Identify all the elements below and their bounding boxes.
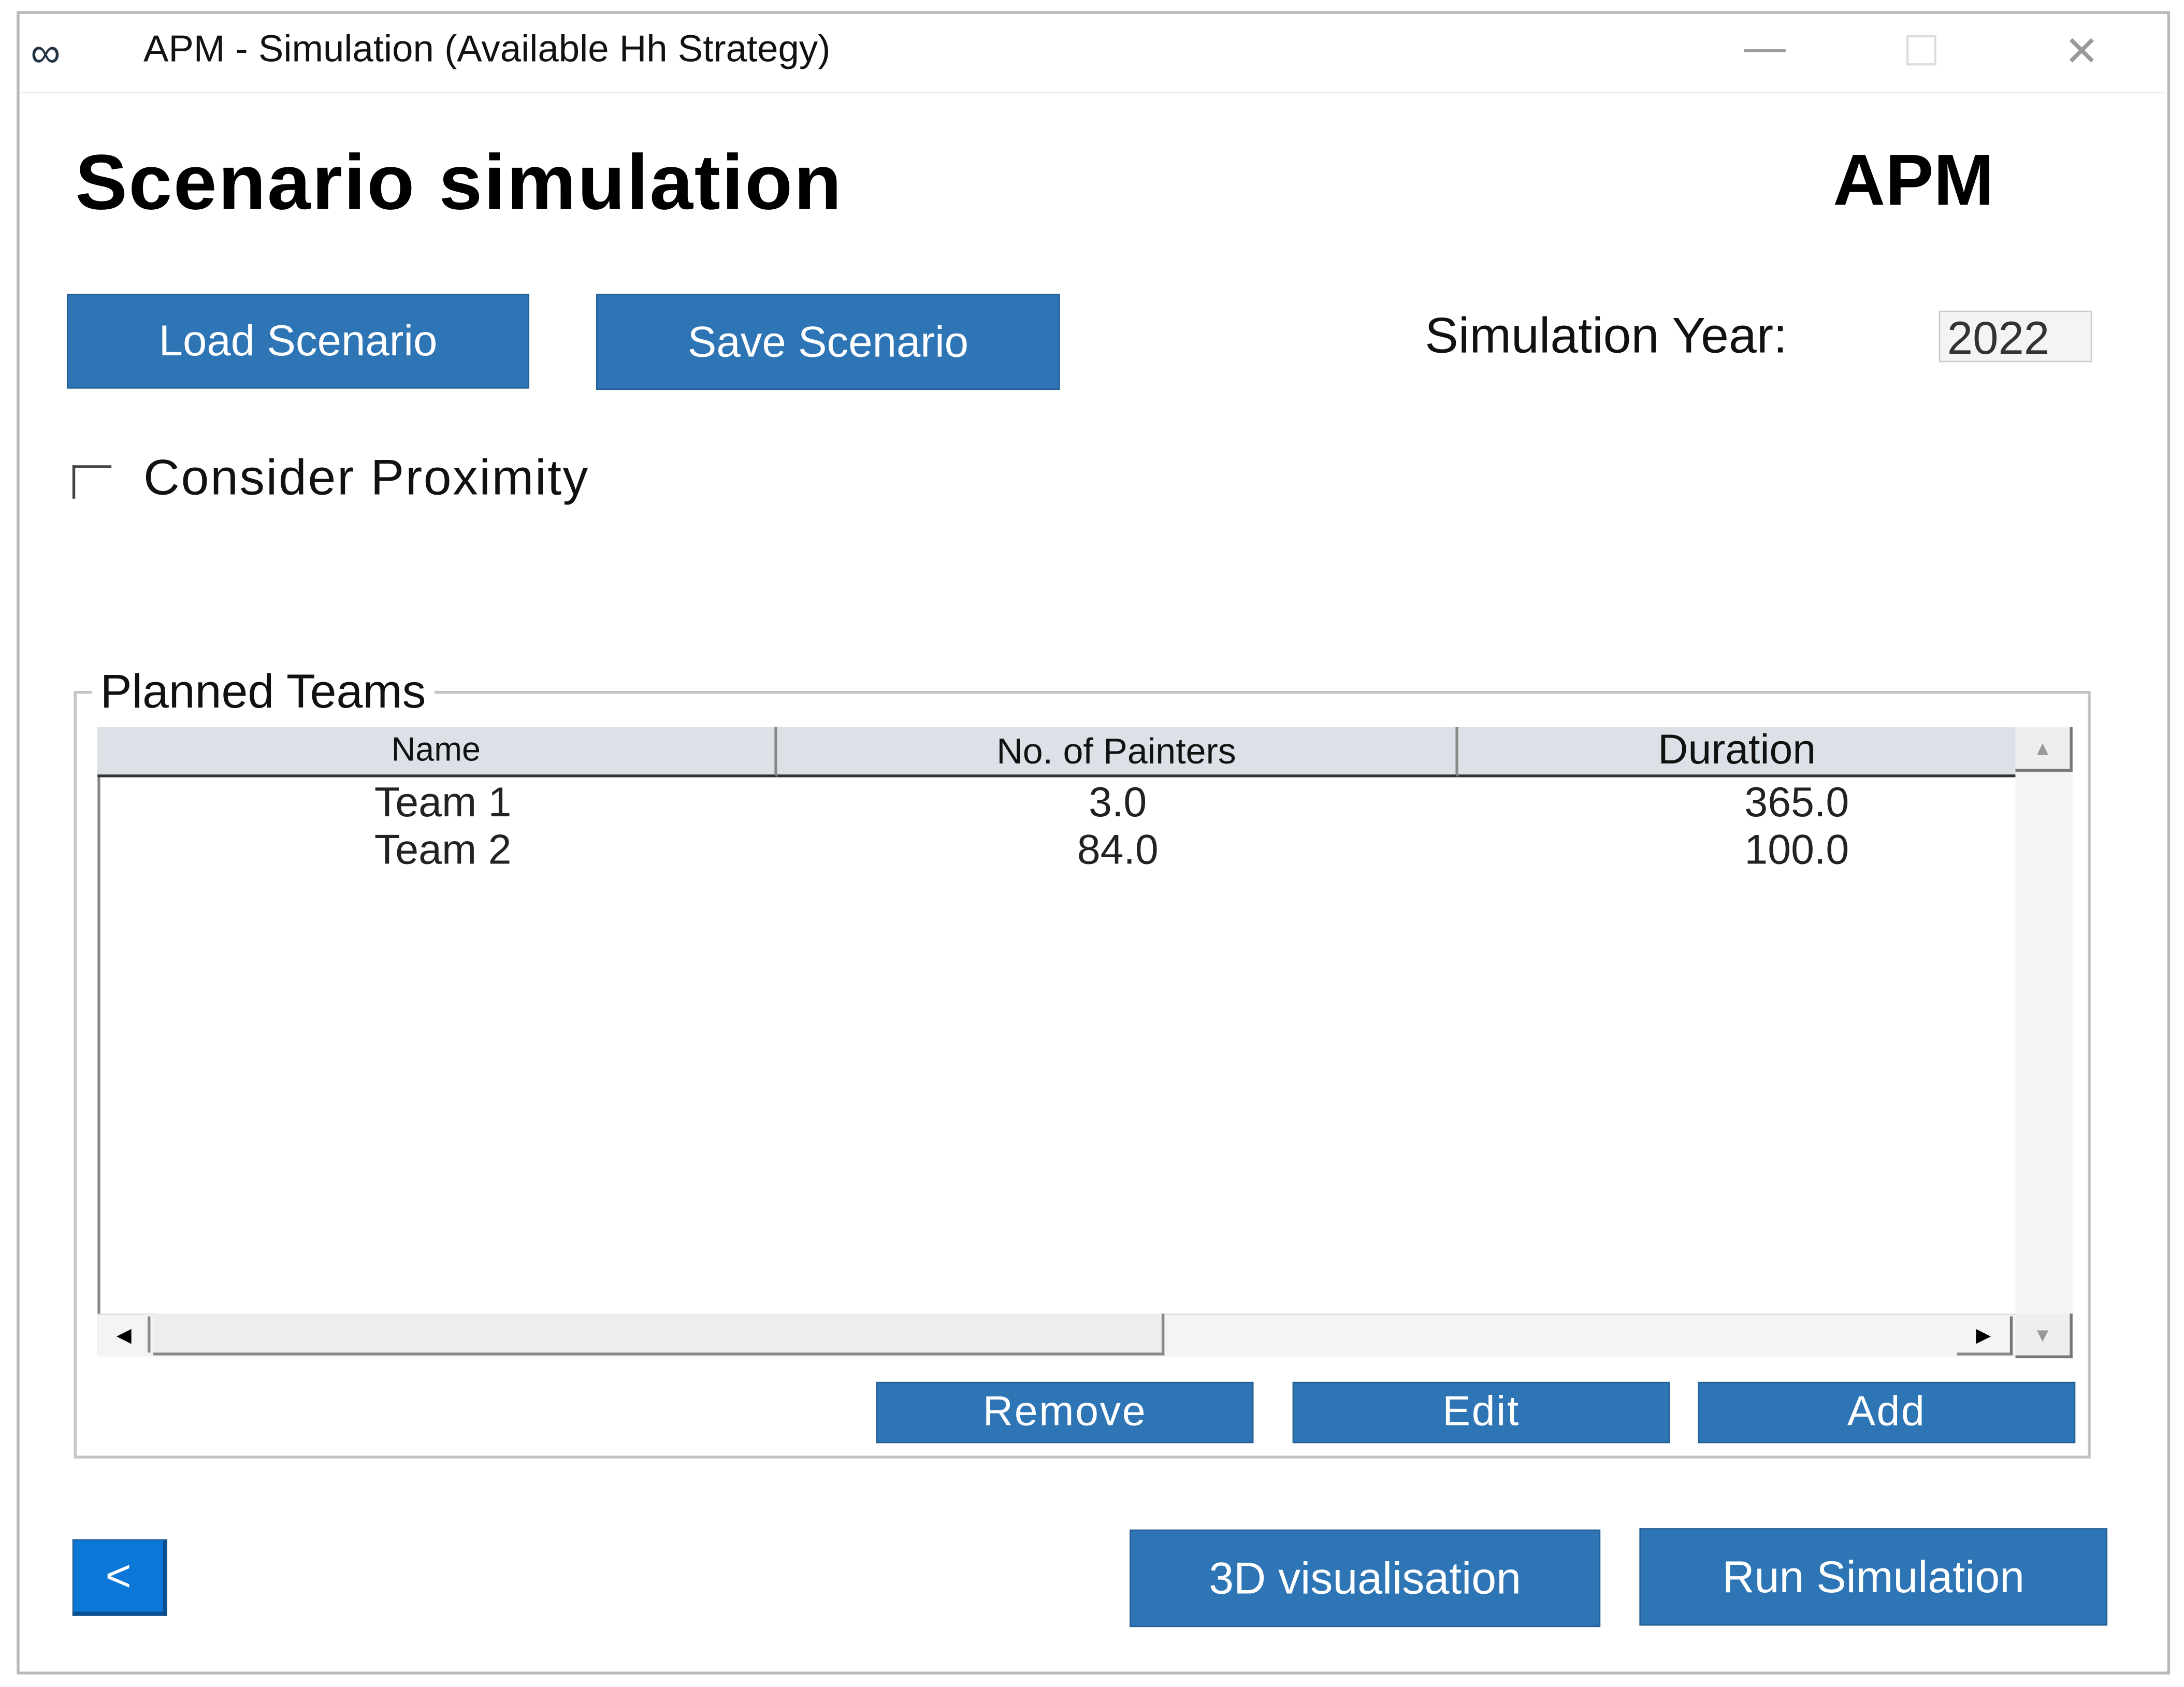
run-simulation-button[interactable]: Run Simulation	[1639, 1528, 2108, 1626]
minimize-button[interactable]: —	[1744, 25, 1786, 72]
consider-proximity-checkbox[interactable]	[72, 465, 112, 499]
cell-duration: 100.0	[1744, 827, 1849, 874]
page-title: Scenario simulation	[75, 138, 843, 226]
scroll-left-icon[interactable]: ◀	[100, 1316, 151, 1353]
window-title: APM - Simulation (Available Hh Strategy)	[143, 27, 831, 70]
column-header-painters[interactable]: No. of Painters	[777, 727, 1458, 777]
edit-button[interactable]: Edit	[1292, 1381, 1670, 1444]
consider-proximity-label: Consider Proximity	[143, 448, 589, 506]
cell-duration: 365.0	[1744, 780, 1849, 826]
remove-button[interactable]: Remove	[876, 1381, 1254, 1444]
column-header-name[interactable]: Name	[97, 727, 777, 777]
scroll-right-icon[interactable]: ▶	[1957, 1316, 2013, 1356]
infinity-icon: ∞	[31, 31, 61, 77]
back-button[interactable]: <	[72, 1539, 167, 1616]
add-button[interactable]: Add	[1698, 1381, 2076, 1444]
maximize-button[interactable]: ☐	[1903, 28, 1940, 77]
brand-label: APM	[1833, 140, 1994, 222]
save-scenario-button[interactable]: Save Scenario	[596, 294, 1060, 391]
simulation-year-label: Simulation Year:	[1425, 306, 1788, 364]
3d-visualisation-button[interactable]: 3D visualisation	[1130, 1529, 1601, 1627]
cell-painters: 84.0	[1077, 827, 1159, 874]
load-scenario-button[interactable]: Load Scenario	[67, 294, 529, 389]
scroll-down-icon[interactable]: ▼	[2015, 1314, 2073, 1359]
table-row[interactable]: Team 2 84.0 100.0	[97, 828, 2015, 875]
horizontal-scroll-thumb[interactable]	[153, 1314, 1165, 1356]
vertical-scrollbar[interactable]	[2015, 727, 2073, 1356]
table-row[interactable]: Team 1 3.0 365.0	[97, 780, 2015, 827]
cell-name: Team 2	[374, 827, 512, 874]
scroll-up-icon[interactable]: ▲	[2015, 727, 2073, 772]
column-header-duration[interactable]: Duration	[1458, 727, 2016, 777]
cell-painters: 3.0	[1089, 780, 1147, 826]
planned-teams-title: Planned Teams	[92, 666, 435, 720]
simulation-year-input[interactable]: 2022	[1939, 310, 2092, 364]
close-button[interactable]: ✕	[2064, 28, 2100, 77]
cell-name: Team 1	[374, 780, 512, 826]
